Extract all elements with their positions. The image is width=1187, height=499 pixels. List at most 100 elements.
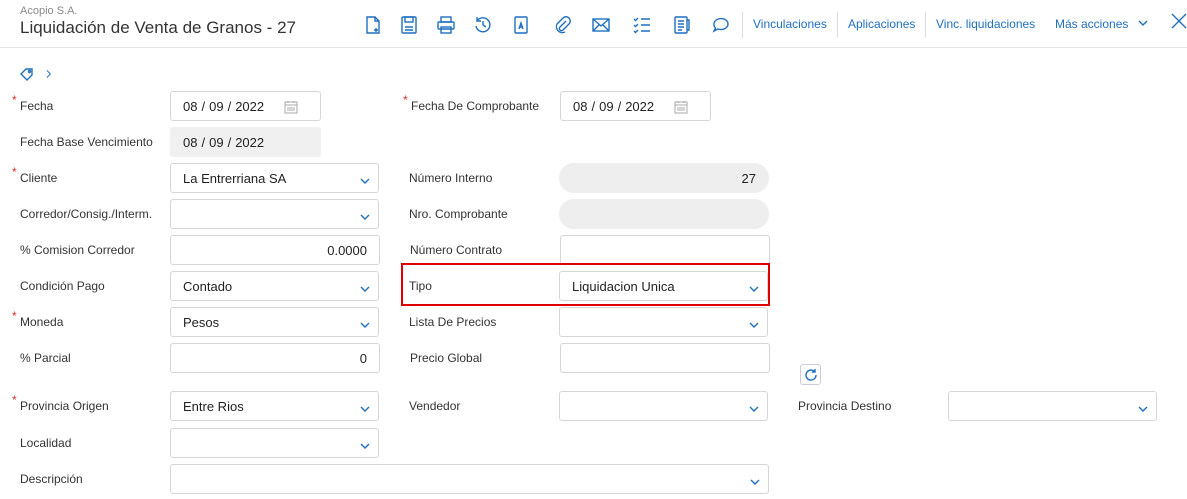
provincia-destino-select[interactable]	[948, 391, 1157, 421]
email-icon[interactable]	[590, 14, 612, 36]
provincia-destino-label: Provincia Destino	[798, 399, 892, 413]
tipo-label: Tipo	[409, 279, 432, 293]
company-name: Acopio S.A.	[20, 5, 78, 17]
fecha-base-vencimiento-label: Fecha Base Vencimiento	[20, 135, 153, 149]
print-icon[interactable]	[435, 14, 457, 36]
fecha-comprobante-date-input[interactable]: 08 / 09 / 2022	[560, 91, 711, 121]
parcial-input[interactable]: 0	[170, 343, 380, 373]
lista-precios-select[interactable]	[559, 307, 768, 337]
history-icon[interactable]	[472, 14, 494, 36]
save-icon[interactable]	[398, 14, 420, 36]
descripcion-label: Descripción	[20, 472, 83, 486]
condicion-pago-select[interactable]: Contado	[170, 271, 379, 301]
chevron-down-icon	[749, 318, 759, 328]
toolbar-divider	[925, 12, 926, 38]
descripcion-select[interactable]	[170, 464, 769, 494]
mas-acciones-menu[interactable]: Más acciones	[1055, 17, 1148, 31]
parcial-value: 0	[359, 350, 367, 366]
fecha-month: 09	[209, 98, 224, 114]
provincia-origen-select[interactable]: Entre Rios	[170, 391, 379, 421]
toolbar-divider	[742, 12, 743, 38]
refresh-button[interactable]	[800, 364, 821, 385]
close-icon[interactable]	[1170, 12, 1187, 30]
date-separator: /	[201, 134, 206, 150]
date-separator: /	[227, 98, 232, 114]
tag-row	[20, 66, 54, 82]
refresh-icon	[804, 368, 817, 381]
vendedor-label: Vendedor	[409, 399, 461, 413]
precio-global-input[interactable]	[560, 343, 770, 373]
fecha-date-input[interactable]: 08 / 09 / 2022	[170, 91, 321, 121]
comision-corredor-input[interactable]: 0.0000	[170, 235, 380, 265]
date-separator: /	[617, 98, 622, 114]
comision-corredor-value: 0.0000	[327, 242, 367, 258]
fecha-year: 2022	[235, 98, 265, 114]
text-document-icon[interactable]	[510, 14, 532, 36]
cliente-value: La Entrerriana SA	[183, 170, 287, 186]
date-separator: /	[591, 98, 596, 114]
localidad-select[interactable]	[170, 428, 379, 458]
toolbar-divider	[837, 12, 838, 38]
fecha-label: Fecha	[20, 99, 54, 113]
fecha-comprobante-label: Fecha De Comprobante	[411, 99, 540, 113]
tag-icon[interactable]	[20, 67, 34, 81]
header-bar: Acopio S.A. Liquidación de Venta de Gran…	[0, 0, 1187, 48]
fecha-base-year: 2022	[235, 134, 265, 150]
cliente-select[interactable]: La Entrerriana SA	[170, 163, 379, 193]
chevron-down-icon	[360, 439, 370, 449]
required-mark: *	[12, 393, 17, 407]
fecha-comprobante-day: 08	[573, 98, 588, 114]
calendar-icon[interactable]	[284, 100, 298, 114]
provincia-origen-value: Entre Rios	[183, 398, 244, 414]
vendedor-select[interactable]	[559, 391, 768, 421]
moneda-select[interactable]: Pesos	[170, 307, 379, 337]
required-mark: *	[403, 93, 408, 107]
numero-interno-label: Número Interno	[409, 171, 493, 185]
cliente-label: Cliente	[20, 171, 58, 185]
chevron-down-icon	[750, 475, 760, 485]
corredor-label: Corredor/Consig./Interm.	[20, 207, 153, 221]
chevron-down-icon	[749, 402, 759, 412]
fecha-day: 08	[183, 98, 198, 114]
mas-acciones-label: Más acciones	[1055, 17, 1129, 31]
chevron-down-icon	[360, 318, 370, 328]
chevron-down-icon	[749, 282, 759, 292]
vinc-liquidaciones-link[interactable]: Vinc. liquidaciones	[936, 17, 1035, 31]
new-document-icon[interactable]	[362, 14, 384, 36]
comision-corredor-label: % Comision Corredor	[20, 243, 135, 257]
parcial-label: % Parcial	[20, 351, 71, 365]
required-mark: *	[12, 309, 17, 323]
numero-contrato-input[interactable]	[560, 235, 770, 265]
nro-comprobante-label: Nro. Comprobante	[409, 207, 508, 221]
tipo-select[interactable]: Liquidacion Unica	[559, 271, 768, 301]
chevron-down-icon	[1138, 402, 1148, 412]
aplicaciones-link[interactable]: Aplicaciones	[848, 17, 915, 31]
fecha-comprobante-month: 09	[599, 98, 614, 114]
precio-global-label: Precio Global	[410, 351, 483, 365]
chevron-down-icon	[360, 174, 370, 184]
condicion-pago-value: Contado	[183, 278, 233, 294]
numero-interno-field: 27	[559, 163, 769, 193]
fecha-comprobante-year: 2022	[625, 98, 655, 114]
required-mark: *	[12, 165, 17, 179]
checklist-icon[interactable]	[631, 14, 653, 36]
required-mark: *	[12, 93, 17, 107]
chevron-down-icon	[360, 402, 370, 412]
chevron-down-icon	[360, 282, 370, 292]
numero-interno-value: 27	[741, 170, 756, 186]
localidad-label: Localidad	[20, 436, 72, 450]
notes-icon[interactable]	[670, 14, 692, 36]
comment-icon[interactable]	[710, 14, 732, 36]
vinculaciones-link[interactable]: Vinculaciones	[753, 17, 827, 31]
fecha-base-day: 08	[183, 134, 198, 150]
provincia-origen-label: Provincia Origen	[20, 399, 109, 413]
corredor-select[interactable]	[170, 199, 379, 229]
chevron-down-icon	[1138, 20, 1148, 26]
chevron-right-icon[interactable]	[44, 67, 54, 81]
date-separator: /	[227, 134, 232, 150]
tipo-value: Liquidacion Unica	[572, 278, 675, 294]
chevron-down-icon	[360, 210, 370, 220]
numero-contrato-label: Número Contrato	[410, 243, 503, 257]
calendar-icon[interactable]	[674, 100, 688, 114]
attachment-icon[interactable]	[551, 14, 573, 36]
